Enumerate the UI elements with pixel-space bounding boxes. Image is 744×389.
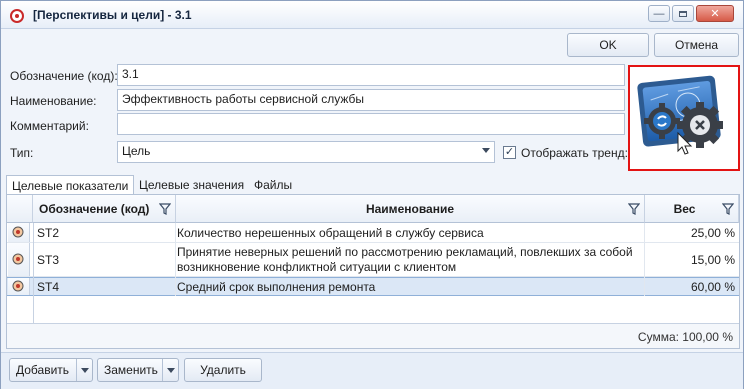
close-button[interactable]: ✕	[696, 5, 734, 22]
window-title: [Перспективы и цели] - 3.1	[33, 8, 192, 22]
column-header-weight[interactable]: Вес	[645, 195, 739, 223]
tab-target-indicators[interactable]: Целевые показатели	[6, 175, 135, 195]
goal-image[interactable]	[628, 65, 740, 171]
filter-icon[interactable]	[628, 203, 640, 215]
type-value: Цель	[122, 144, 151, 158]
grid-corner-header	[7, 195, 33, 223]
title-bar: [Перспективы и цели] - 3.1 — ✕	[1, 1, 743, 29]
chevron-down-icon[interactable]	[482, 148, 490, 153]
replace-button[interactable]: Заменить	[97, 358, 179, 382]
minimize-button[interactable]: —	[648, 5, 670, 22]
tab-files[interactable]: Файлы	[254, 175, 292, 195]
show-trend-checkbox[interactable]: ✓	[503, 146, 516, 159]
filter-icon[interactable]	[159, 203, 171, 215]
row-weight: 25,00 %	[690, 226, 735, 240]
restore-button[interactable]	[672, 5, 694, 22]
show-trend-label: Отображать тренд:	[521, 146, 628, 160]
row-edit-icon[interactable]	[8, 278, 30, 295]
row-edit-icon[interactable]	[8, 243, 30, 276]
restore-icon	[679, 10, 687, 17]
weight-sum: Сумма: 100,00 %	[637, 330, 733, 344]
row-weight: 60,00 %	[690, 280, 735, 294]
summary-row: Сумма: 100,00 %	[7, 323, 739, 348]
column-divider	[644, 223, 645, 296]
table-row-selected[interactable]: ST4 Средний срок выполнения ремонта 60,0…	[7, 277, 739, 296]
column-header-code[interactable]: Обозначение (код)	[33, 195, 176, 223]
row-code: ST4	[37, 280, 60, 294]
row-code: ST2	[37, 226, 60, 240]
code-label: Обозначение (код):	[10, 69, 118, 83]
add-button[interactable]: Добавить	[9, 358, 93, 382]
row-code: ST3	[37, 253, 60, 267]
row-name: Принятие неверных решений по рассмотрени…	[177, 245, 633, 259]
window-controls: — ✕	[648, 5, 734, 22]
column-divider	[175, 223, 176, 296]
minimize-icon: —	[653, 7, 665, 20]
app-target-icon	[10, 9, 24, 23]
tab-target-values[interactable]: Целевые значения	[139, 175, 244, 195]
table-row[interactable]: ST3 Принятие неверных решений по рассмот…	[7, 243, 739, 277]
cancel-button[interactable]: Отмена	[654, 33, 739, 57]
table-row[interactable]: ST2 Количество нерешенных обращений в сл…	[7, 223, 739, 243]
gear-icon	[637, 75, 723, 155]
bottom-toolbar: Добавить Заменить Удалить	[1, 352, 743, 389]
indicators-grid: Обозначение (код) Наименование Вес ST2 К…	[6, 194, 740, 349]
chevron-down-icon[interactable]	[76, 359, 92, 381]
column-header-name[interactable]: Наименование	[176, 195, 645, 223]
type-label: Тип:	[10, 146, 34, 160]
dialog-window: [Перспективы и цели] - 3.1 — ✕ OK Отмена…	[0, 0, 744, 389]
row-edit-icon[interactable]	[8, 223, 30, 242]
row-name: Количество нерешенных обращений в службу…	[177, 226, 484, 240]
row-name-continued: возникновение конфликтной ситуации с кли…	[177, 260, 457, 274]
type-select[interactable]: Цель	[117, 141, 495, 163]
name-label: Наименование:	[10, 94, 97, 108]
comment-label: Комментарий:	[10, 119, 89, 133]
chevron-down-icon[interactable]	[162, 359, 178, 381]
row-weight: 15,00 %	[690, 253, 735, 267]
code-field[interactable]: 3.1	[117, 64, 625, 86]
delete-button[interactable]: Удалить	[184, 358, 262, 382]
comment-field[interactable]	[117, 113, 625, 135]
row-name: Средний срок выполнения ремонта	[177, 280, 376, 294]
close-icon: ✕	[710, 8, 720, 20]
column-divider	[33, 223, 34, 323]
ok-button[interactable]: OK	[567, 33, 649, 57]
filter-icon[interactable]	[722, 203, 734, 215]
name-field[interactable]: Эффективность работы сервисной службы	[117, 89, 625, 111]
